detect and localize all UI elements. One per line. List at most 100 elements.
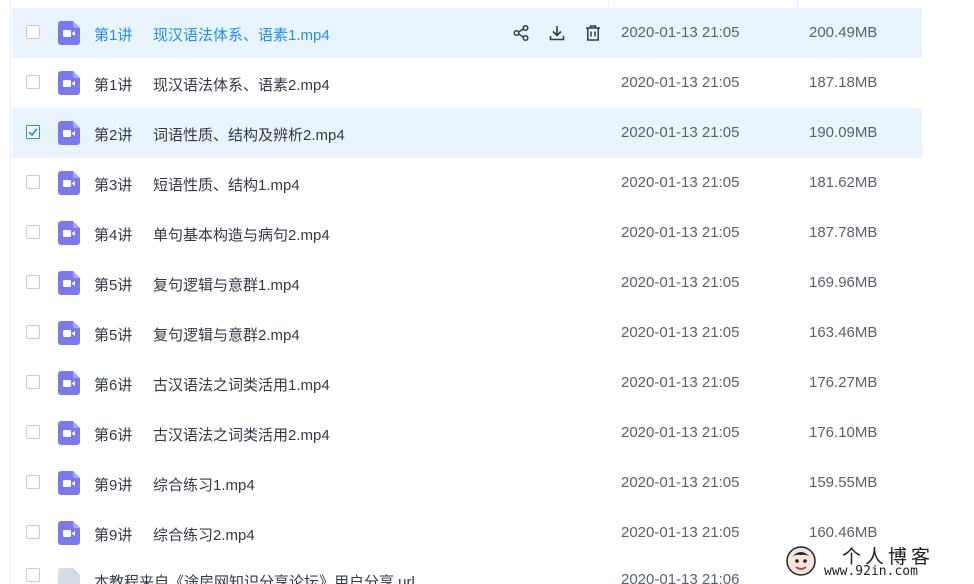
file-row-8[interactable]: 第6讲 古汉语法之词类活用1.mp4 2020-01-13 21:05 176.2… [12, 358, 922, 408]
video-file-icon [58, 71, 80, 95]
file-size: 190.09MB [809, 124, 878, 141]
link-file-icon [58, 568, 80, 584]
lecture-number: 第3讲 [94, 177, 133, 194]
file-name-link[interactable]: 第6讲 古汉语法之词类活用2.mp4 [94, 424, 330, 445]
file-list-page: 第1讲 现汉语法体系、语素1.mp4 2020-01-13 21:05 200.4… [0, 0, 974, 584]
file-row-4[interactable]: 第3讲 短语性质、结构1.mp4 2020-01-13 21:05 181.62M… [12, 158, 922, 208]
file-size: 160.46MB [809, 524, 878, 541]
video-file-icon [58, 421, 80, 445]
lecture-number: 第4讲 [94, 227, 133, 244]
file-title: 古汉语法之词类活用1.mp4 [153, 377, 330, 394]
lecture-number: 第1讲 [94, 77, 133, 94]
check-icon [28, 128, 38, 137]
file-name-link[interactable]: 第1讲 现汉语法体系、语素1.mp4 [94, 24, 330, 45]
modified-date: 2020-01-13 21:05 [621, 274, 740, 291]
file-size: 181.62MB [809, 174, 878, 191]
row-checkbox[interactable] [26, 275, 40, 289]
avatar-icon [786, 546, 816, 576]
video-file-icon [58, 471, 80, 495]
column-divider-left [10, 0, 11, 584]
modified-date: 2020-01-13 21:05 [621, 424, 740, 441]
file-row-2[interactable]: 第1讲 现汉语法体系、语素2.mp4 2020-01-13 21:05 187.1… [12, 58, 922, 108]
file-row-10[interactable]: 第9讲 综合练习1.mp4 2020-01-13 21:05 159.55MB [12, 458, 922, 508]
file-name-link[interactable]: 第2讲 词语性质、结构及辨析2.mp4 [94, 124, 345, 145]
right-margin [922, 0, 974, 584]
row-checkbox[interactable] [26, 175, 40, 189]
lecture-number: 第5讲 [94, 327, 133, 344]
file-title: 复句逻辑与意群1.mp4 [153, 277, 300, 294]
file-name-link[interactable]: 第9讲 综合练习2.mp4 [94, 524, 255, 545]
delete-icon [586, 25, 600, 41]
file-row-1[interactable]: 第1讲 现汉语法体系、语素1.mp4 2020-01-13 21:05 200.4… [12, 8, 922, 58]
video-file-icon [58, 121, 80, 145]
file-title: 现汉语法体系、语素2.mp4 [153, 77, 330, 94]
modified-date: 2020-01-13 21:05 [621, 524, 740, 541]
file-row-9[interactable]: 第6讲 古汉语法之词类活用2.mp4 2020-01-13 21:05 176.1… [12, 408, 922, 458]
file-name-link[interactable]: 第9讲 综合练习1.mp4 [94, 474, 255, 495]
video-file-icon [58, 321, 80, 345]
row-checkbox[interactable] [26, 525, 40, 539]
row-checkbox[interactable] [26, 475, 40, 489]
file-size: 176.10MB [809, 424, 878, 441]
file-title: 本教程来自《途房网知识分享论坛》用户分享.url [94, 574, 415, 584]
file-name-link[interactable]: 第3讲 短语性质、结构1.mp4 [94, 174, 300, 195]
column-divider-date [608, 0, 609, 8]
video-file-icon [58, 271, 80, 295]
modified-date: 2020-01-13 21:05 [621, 24, 740, 41]
file-title: 现汉语法体系、语素1.mp4 [153, 27, 330, 44]
file-row-6[interactable]: 第5讲 复句逻辑与意群1.mp4 2020-01-13 21:05 169.96M… [12, 258, 922, 308]
row-checkbox-checked[interactable] [26, 125, 40, 139]
file-name-link[interactable]: 第1讲 现汉语法体系、语素2.mp4 [94, 74, 330, 95]
delete-button[interactable] [582, 22, 604, 44]
video-file-icon [58, 171, 80, 195]
row-checkbox[interactable] [26, 568, 40, 582]
file-size: 169.96MB [809, 274, 878, 291]
row-checkbox[interactable] [26, 325, 40, 339]
file-name-link[interactable]: 第5讲 复句逻辑与意群2.mp4 [94, 324, 300, 345]
row-checkbox[interactable] [26, 25, 40, 39]
row-checkbox[interactable] [26, 375, 40, 389]
file-size: 187.18MB [809, 74, 878, 91]
lecture-number: 第6讲 [94, 427, 133, 444]
lecture-number: 第9讲 [94, 527, 133, 544]
file-name-link[interactable]: 第5讲 复句逻辑与意群1.mp4 [94, 274, 300, 295]
share-button[interactable] [510, 22, 532, 44]
file-title: 综合练习2.mp4 [153, 527, 255, 544]
file-list: 第1讲 现汉语法体系、语素1.mp4 2020-01-13 21:05 200.4… [12, 8, 922, 584]
file-size: 159.55MB [809, 474, 878, 491]
video-file-icon [58, 21, 80, 45]
watermark-url: www.92in.com [824, 564, 918, 579]
download-button[interactable] [546, 22, 568, 44]
file-name-link[interactable]: 第6讲 古汉语法之词类活用1.mp4 [94, 374, 330, 395]
file-title: 词语性质、结构及辨析2.mp4 [153, 127, 345, 144]
lecture-number: 第5讲 [94, 277, 133, 294]
file-name-link[interactable]: 第4讲 单句基本构造与病句2.mp4 [94, 224, 330, 245]
modified-date: 2020-01-13 21:05 [621, 374, 740, 391]
file-row-3[interactable]: 第2讲 词语性质、结构及辨析2.mp4 2020-01-13 21:05 190.… [12, 108, 922, 158]
modified-date: 2020-01-13 21:05 [621, 224, 740, 241]
video-file-icon [58, 521, 80, 545]
column-divider-size [797, 0, 798, 8]
modified-date: 2020-01-13 21:05 [621, 74, 740, 91]
file-size: 163.46MB [809, 324, 878, 341]
file-size: 200.49MB [809, 24, 878, 41]
modified-date: 2020-01-13 21:05 [621, 124, 740, 141]
file-row-7[interactable]: 第5讲 复句逻辑与意群2.mp4 2020-01-13 21:05 163.46M… [12, 308, 922, 358]
row-checkbox[interactable] [26, 75, 40, 89]
file-title: 古汉语法之词类活用2.mp4 [153, 427, 330, 444]
row-actions [510, 22, 604, 44]
video-file-icon [58, 221, 80, 245]
file-title: 复句逻辑与意群2.mp4 [153, 327, 300, 344]
lecture-number: 第2讲 [94, 127, 133, 144]
file-name-link[interactable]: 本教程来自《途房网知识分享论坛》用户分享.url [94, 571, 415, 584]
row-checkbox[interactable] [26, 225, 40, 239]
file-title: 短语性质、结构1.mp4 [153, 177, 300, 194]
modified-date: 2020-01-13 21:05 [621, 174, 740, 191]
file-row-5[interactable]: 第4讲 单句基本构造与病句2.mp4 2020-01-13 21:05 187.7… [12, 208, 922, 258]
file-size: 176.27MB [809, 374, 878, 391]
share-icon [513, 24, 529, 42]
lecture-number: 第9讲 [94, 477, 133, 494]
download-icon [549, 26, 565, 41]
row-checkbox[interactable] [26, 425, 40, 439]
file-title: 单句基本构造与病句2.mp4 [153, 227, 330, 244]
